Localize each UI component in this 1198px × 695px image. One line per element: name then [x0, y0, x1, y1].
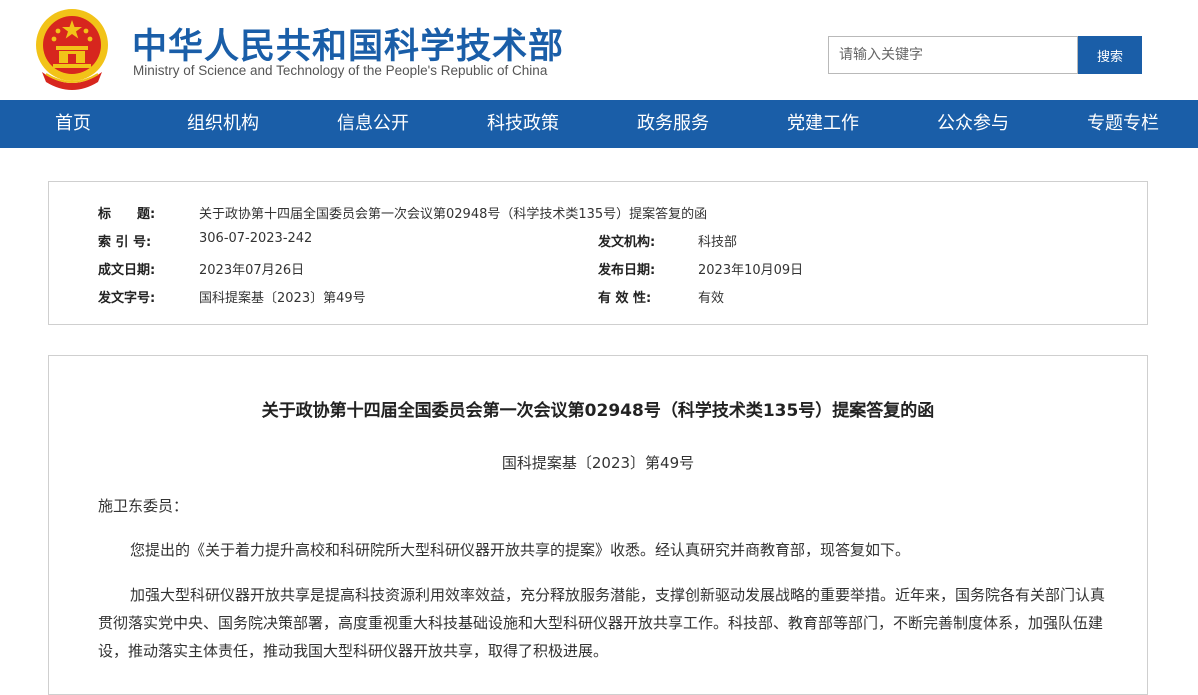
nav-item-info-disclosure[interactable]: 信息公开: [337, 100, 409, 148]
meta-published-date-value: 2023年10月09日: [698, 263, 804, 278]
document-metadata-box: 标 题: 关于政协第十四届全国委员会第一次会议第02948号（科学技术类135号…: [48, 181, 1148, 325]
nav-item-sci-tech-policy[interactable]: 科技政策: [487, 100, 559, 148]
meta-validity-label: 有 效 性:: [598, 291, 652, 306]
nav-item-home[interactable]: 首页: [55, 100, 91, 148]
search-button[interactable]: 搜索: [1078, 36, 1142, 74]
meta-index-label: 索 引 号:: [98, 235, 152, 250]
national-emblem-icon[interactable]: [34, 8, 110, 90]
article-title: 关于政协第十四届全国委员会第一次会议第02948号（科学技术类135号）提案答复…: [261, 401, 935, 421]
meta-issuer-value: 科技部: [698, 235, 738, 250]
meta-published-date-label: 发布日期:: [598, 263, 656, 278]
site-subtitle: Ministry of Science and Technology of th…: [133, 63, 548, 78]
article-body: 关于政协第十四届全国委员会第一次会议第02948号（科学技术类135号）提案答复…: [48, 355, 1148, 695]
article-doc-number: 国科提案基〔2023〕第49号: [501, 454, 695, 472]
article-salutation: 施卫东委员：: [98, 497, 189, 515]
search-input[interactable]: [828, 36, 1078, 74]
nav-item-government-services[interactable]: 政务服务: [637, 100, 709, 148]
meta-index-value: 306-07-2023-242: [199, 231, 313, 246]
meta-validity-value: 有效: [698, 291, 725, 306]
nav-item-organization[interactable]: 组织机构: [187, 100, 259, 148]
meta-written-date-label: 成文日期:: [98, 263, 156, 278]
meta-issuer-label: 发文机构:: [598, 235, 656, 250]
nav-item-public-participation[interactable]: 公众参与: [937, 100, 1009, 148]
meta-written-date-value: 2023年07月26日: [199, 263, 305, 278]
meta-doc-number-label: 发文字号:: [98, 291, 156, 306]
site-title[interactable]: 中华人民共和国科学技术部: [132, 18, 564, 69]
main-nav: 首页 组织机构 信息公开 科技政策 政务服务 党建工作 公众参与 专题专栏: [0, 100, 1198, 148]
meta-doc-number-value: 国科提案基〔2023〕第49号: [199, 291, 366, 306]
nav-item-special-topics[interactable]: 专题专栏: [1087, 100, 1159, 148]
meta-title-value: 关于政协第十四届全国委员会第一次会议第02948号（科学技术类135号）提案答复…: [199, 207, 708, 222]
site-header: 中华人民共和国科学技术部 Ministry of Science and Tec…: [0, 0, 1198, 100]
article-paragraph: 加强大型科研仪器开放共享是提高科技资源利用效率效益，充分释放服务潜能，支撑创新驱…: [98, 586, 1106, 660]
nav-item-party-building[interactable]: 党建工作: [787, 100, 859, 148]
meta-title-label: 标 题:: [98, 207, 156, 222]
article-paragraph: 您提出的《关于着力提升高校和科研院所大型科研仪器开放共享的提案》收悉。经认真研究…: [130, 541, 911, 559]
